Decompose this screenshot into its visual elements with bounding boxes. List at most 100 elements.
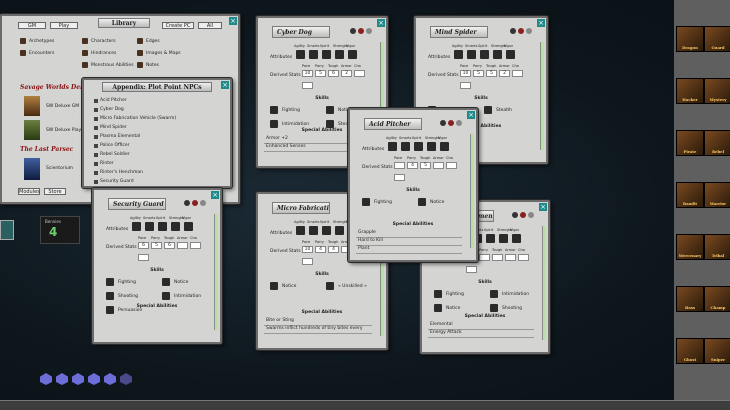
scrollbar[interactable]: [540, 42, 544, 150]
derived-extra-box[interactable]: [394, 174, 405, 181]
status-icon[interactable]: [192, 200, 198, 206]
derived-value[interactable]: [433, 162, 444, 169]
derived-value[interactable]: 6: [164, 242, 175, 249]
close-icon[interactable]: ×: [539, 203, 547, 211]
npc-portrait-card[interactable]: Tribal: [704, 234, 730, 260]
special-ability[interactable]: Swarms inflict hundreds of tiny bites ev…: [266, 326, 363, 331]
skill-die-icon[interactable]: [326, 282, 334, 290]
derived-value[interactable]: 4: [407, 162, 418, 169]
npc-portrait-card[interactable]: Pirate: [676, 130, 704, 156]
appendix-list-item[interactable]: Acid Pitcher: [94, 98, 224, 103]
derived-value[interactable]: [479, 254, 490, 261]
appendix-list-item[interactable]: Cyber Dog: [94, 107, 224, 112]
status-icon[interactable]: [512, 212, 518, 218]
status-icon[interactable]: [456, 120, 462, 126]
attr-die-icon[interactable]: [132, 222, 141, 231]
derived-value[interactable]: 5: [420, 162, 431, 169]
modules-button[interactable]: Modules: [18, 188, 40, 195]
derived-extra-box[interactable]: [466, 266, 477, 273]
attr-die-icon[interactable]: [348, 50, 357, 59]
close-icon[interactable]: ×: [211, 191, 219, 199]
npc-portrait-card[interactable]: Warrior: [704, 182, 730, 208]
skill-die-icon[interactable]: [326, 106, 334, 114]
derived-value[interactable]: 10: [460, 70, 471, 77]
attr-die-icon[interactable]: [401, 142, 410, 151]
derived-value[interactable]: 6: [328, 70, 339, 77]
attr-die-icon[interactable]: [158, 222, 167, 231]
npc-portrait-card[interactable]: Champ: [704, 286, 730, 312]
derived-value[interactable]: 4: [315, 246, 326, 253]
d12-die-icon[interactable]: [104, 373, 116, 385]
scrollbar[interactable]: [470, 134, 474, 248]
status-icon[interactable]: [184, 200, 190, 206]
library-item-characters[interactable]: Characters: [82, 38, 116, 44]
library-item-archetypes[interactable]: Archetypes: [20, 38, 54, 44]
module-cover-player[interactable]: [24, 120, 40, 140]
derived-value[interactable]: [512, 70, 523, 77]
attr-die-icon[interactable]: [171, 222, 180, 231]
npc-portrait-card[interactable]: Dragon: [676, 26, 704, 52]
tab-gm[interactable]: GM: [18, 22, 46, 29]
library-item-images[interactable]: Images & Maps: [137, 50, 181, 56]
skill-die-icon[interactable]: [162, 292, 170, 300]
special-ability[interactable]: Plant: [358, 246, 369, 251]
attr-die-icon[interactable]: [440, 142, 449, 151]
derived-value[interactable]: 10: [302, 246, 313, 253]
module-cover-scientorium[interactable]: [24, 158, 40, 180]
special-ability[interactable]: Hard to Kill: [358, 238, 383, 243]
attr-die-icon[interactable]: [388, 142, 397, 151]
derived-value[interactable]: 5: [486, 70, 497, 77]
attr-die-icon[interactable]: [145, 222, 154, 231]
attr-die-icon[interactable]: [427, 142, 436, 151]
skill-die-icon[interactable]: [106, 278, 114, 286]
npc-portrait-card[interactable]: Ghost: [676, 338, 704, 364]
derived-value[interactable]: 4: [328, 246, 339, 253]
derived-value[interactable]: [518, 254, 529, 261]
status-icon[interactable]: [510, 28, 516, 34]
status-icon[interactable]: [350, 28, 356, 34]
appendix-list-item[interactable]: Rinter's Henchman: [94, 170, 224, 175]
d10-die-icon[interactable]: [88, 373, 100, 385]
attr-die-icon[interactable]: [512, 234, 521, 243]
status-icon[interactable]: [440, 120, 446, 126]
attr-die-icon[interactable]: [506, 50, 515, 59]
skill-die-icon[interactable]: [490, 290, 498, 298]
npc-portrait-card[interactable]: Rebel: [704, 130, 730, 156]
attr-die-icon[interactable]: [322, 226, 331, 235]
status-icon[interactable]: [358, 28, 364, 34]
scrollbar[interactable]: [542, 226, 546, 340]
module-banner-last-parsec[interactable]: The Last Parsec: [20, 146, 73, 153]
npc-portrait-card[interactable]: Mystery: [704, 78, 730, 104]
npc-portrait-card[interactable]: Boss: [676, 286, 704, 312]
appendix-list-item[interactable]: Plasma Elemental: [94, 134, 224, 139]
d8-die-icon[interactable]: [72, 373, 84, 385]
derived-value[interactable]: 6: [138, 242, 149, 249]
derived-value[interactable]: 2: [499, 70, 510, 77]
d6-die-icon[interactable]: [56, 373, 68, 385]
skill-die-icon[interactable]: [270, 120, 278, 128]
status-icon[interactable]: [528, 212, 534, 218]
close-icon[interactable]: ×: [229, 17, 237, 25]
library-item-hindrances[interactable]: Hindrances: [82, 50, 116, 56]
derived-value[interactable]: [505, 254, 516, 261]
skill-die-icon[interactable]: [270, 282, 278, 290]
filter-all-button[interactable]: All: [198, 22, 222, 29]
derived-value[interactable]: [354, 70, 365, 77]
close-icon[interactable]: ×: [537, 19, 545, 27]
attr-die-icon[interactable]: [486, 234, 495, 243]
special-ability[interactable]: Bite or Sting: [266, 318, 294, 323]
skill-die-icon[interactable]: [490, 304, 498, 312]
npc-portrait-card[interactable]: Guard: [704, 26, 730, 52]
skill-die-icon[interactable]: [418, 198, 426, 206]
close-icon[interactable]: ×: [377, 19, 385, 27]
skill-die-icon[interactable]: [434, 304, 442, 312]
derived-value[interactable]: [190, 242, 201, 249]
attr-die-icon[interactable]: [184, 222, 193, 231]
npc-portrait-card[interactable]: Mercenary: [676, 234, 704, 260]
attr-die-icon[interactable]: [335, 50, 344, 59]
skill-die-icon[interactable]: [434, 290, 442, 298]
library-item-notes[interactable]: Notes: [137, 62, 159, 68]
special-ability[interactable]: Energy Attack: [430, 330, 462, 335]
token-portrait[interactable]: [0, 220, 14, 240]
skill-die-icon[interactable]: [484, 106, 492, 114]
